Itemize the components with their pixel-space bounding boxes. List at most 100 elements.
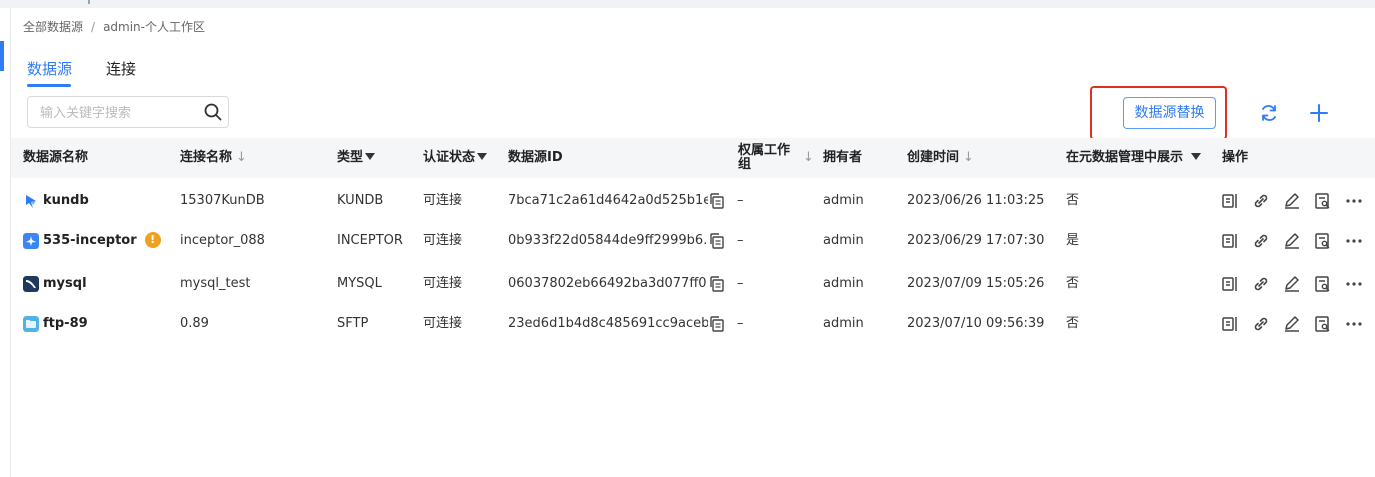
table-header: 数据源名称 连接名称 ↓ 类型 认证状态 数据源ID 权属工作组 ↓ 拥有者 创建… bbox=[11, 138, 1375, 178]
connection-name: mysql_test bbox=[180, 276, 251, 291]
copy-icon[interactable] bbox=[708, 192, 726, 210]
tab-connection[interactable]: 连接 bbox=[106, 58, 136, 79]
display-in-metadata: 否 bbox=[1066, 316, 1080, 331]
display-in-metadata: 否 bbox=[1066, 193, 1080, 208]
link-icon[interactable] bbox=[1251, 274, 1271, 294]
connection-name: 0.89 bbox=[180, 316, 209, 331]
warning-icon[interactable]: ! bbox=[144, 231, 161, 248]
sort-arrow-icon[interactable]: ↓ bbox=[963, 150, 974, 165]
audit-icon[interactable] bbox=[1313, 231, 1333, 251]
search-input[interactable] bbox=[40, 103, 200, 123]
workgroup-sort-arrow[interactable]: ↓ bbox=[799, 138, 814, 178]
datasource-name[interactable]: ftp-89 bbox=[43, 304, 88, 344]
datasource-name[interactable]: 535-inceptor! bbox=[43, 221, 161, 261]
table-row[interactable]: mysql mysql_test MYSQL 可连接 06037802eb66492ba… bbox=[11, 264, 1375, 304]
filter-icon[interactable] bbox=[365, 153, 376, 160]
refresh-icon[interactable] bbox=[1259, 103, 1279, 123]
preview-icon[interactable] bbox=[1220, 314, 1240, 334]
column-header-auth[interactable]: 认证状态 bbox=[423, 138, 488, 178]
column-header-created[interactable]: 创建时间 ↓ bbox=[907, 138, 974, 178]
filter-icon[interactable] bbox=[1191, 153, 1202, 160]
display-in-metadata: 否 bbox=[1066, 276, 1080, 291]
workgroup: – bbox=[737, 276, 744, 291]
search-icon[interactable] bbox=[204, 103, 222, 121]
preview-icon[interactable] bbox=[1220, 191, 1240, 211]
table-row[interactable]: 535-inceptor! inceptor_088 INCEPTOR 可连接 0b93… bbox=[11, 221, 1375, 261]
auth-status: 可连接 bbox=[423, 193, 463, 208]
audit-icon[interactable] bbox=[1313, 191, 1333, 211]
edit-icon[interactable] bbox=[1282, 274, 1302, 294]
owner: admin bbox=[823, 316, 864, 331]
datasource-replace-button[interactable]: 数据源替换 bbox=[1123, 97, 1216, 129]
top-strip bbox=[0, 0, 1375, 8]
link-icon[interactable] bbox=[1251, 231, 1271, 251]
audit-icon[interactable] bbox=[1313, 274, 1333, 294]
copy-icon[interactable] bbox=[708, 275, 726, 293]
owner: admin bbox=[823, 193, 864, 208]
created-time: 2023/07/09 15:05:26 bbox=[907, 276, 1045, 291]
datasource-id: 7bca71c2a61d4642a0d525b1e5… bbox=[508, 193, 708, 208]
link-icon[interactable] bbox=[1251, 314, 1271, 334]
mysql-icon bbox=[23, 276, 39, 292]
datasource-id: 0b933f22d05844de9ff2999b6… bbox=[508, 233, 708, 248]
datasource-type: INCEPTOR bbox=[337, 233, 403, 248]
more-icon[interactable] bbox=[1344, 191, 1364, 211]
copy-icon[interactable] bbox=[708, 315, 726, 333]
edit-icon[interactable] bbox=[1282, 314, 1302, 334]
edit-icon[interactable] bbox=[1282, 231, 1302, 251]
connection-name: 15307KunDB bbox=[180, 193, 265, 208]
search-box bbox=[27, 96, 229, 128]
preview-icon[interactable] bbox=[1220, 274, 1240, 294]
datasource-type: MYSQL bbox=[337, 276, 382, 291]
ftp-icon bbox=[23, 316, 39, 332]
owner: admin bbox=[823, 276, 864, 291]
column-header-name: 数据源名称 bbox=[23, 150, 89, 165]
more-icon[interactable] bbox=[1344, 231, 1364, 251]
column-header-id: 数据源ID bbox=[508, 150, 563, 165]
audit-icon[interactable] bbox=[1313, 314, 1333, 334]
column-header-display[interactable]: 在元数据管理中展示 bbox=[1066, 138, 1202, 178]
preview-icon[interactable] bbox=[1220, 231, 1240, 251]
table-row[interactable]: ftp-89 0.89 SFTP 可连接 23ed6d1b4d8c485691cc9ac… bbox=[11, 304, 1375, 344]
breadcrumb: 全部数据源 / admin-个人工作区 bbox=[23, 18, 205, 35]
column-header-connection[interactable]: 连接名称 ↓ bbox=[180, 138, 247, 178]
breadcrumb-root[interactable]: 全部数据源 bbox=[23, 20, 83, 34]
auth-status: 可连接 bbox=[423, 316, 463, 331]
connection-name: inceptor_088 bbox=[180, 233, 265, 248]
kundb-icon bbox=[26, 195, 36, 208]
add-icon[interactable] bbox=[1309, 103, 1329, 123]
left-nav-edge bbox=[0, 8, 11, 477]
created-time: 2023/07/10 09:56:39 bbox=[907, 316, 1045, 331]
owner: admin bbox=[823, 233, 864, 248]
auth-status: 可连接 bbox=[423, 233, 463, 248]
column-header-type[interactable]: 类型 bbox=[337, 138, 376, 178]
more-icon[interactable] bbox=[1344, 274, 1364, 294]
datasource-name[interactable]: mysql bbox=[43, 264, 87, 304]
link-icon[interactable] bbox=[1251, 191, 1271, 211]
workgroup: – bbox=[737, 316, 744, 331]
column-header-actions: 操作 bbox=[1222, 150, 1249, 165]
workgroup: – bbox=[737, 193, 744, 208]
column-header-workgroup[interactable]: 权属工作组 bbox=[738, 144, 790, 184]
created-time: 2023/06/29 17:07:30 bbox=[907, 233, 1045, 248]
display-in-metadata: 是 bbox=[1066, 233, 1080, 248]
datasource-name[interactable]: kundb bbox=[43, 181, 89, 221]
breadcrumb-separator: / bbox=[91, 20, 96, 34]
sort-arrow-icon[interactable]: ↓ bbox=[236, 150, 247, 165]
column-header-owner: 拥有者 bbox=[823, 150, 863, 165]
created-time: 2023/06/26 11:03:25 bbox=[907, 193, 1045, 208]
datasource-id: 23ed6d1b4d8c485691cc9aceb… bbox=[508, 316, 708, 331]
table-row[interactable]: kundb 15307KunDB KUNDB 可连接 7bca71c2a61d4642a… bbox=[11, 181, 1375, 221]
sort-arrow-icon[interactable]: ↓ bbox=[803, 150, 814, 165]
edit-icon[interactable] bbox=[1282, 191, 1302, 211]
copy-icon[interactable] bbox=[708, 232, 726, 250]
tab-datasource[interactable]: 数据源 bbox=[27, 58, 72, 79]
tab-active-ink bbox=[27, 84, 71, 87]
workgroup: – bbox=[737, 233, 744, 248]
datasource-type: SFTP bbox=[337, 316, 369, 331]
top-strip-mark bbox=[88, 0, 90, 4]
more-icon[interactable] bbox=[1344, 314, 1364, 334]
left-nav-active-indicator bbox=[0, 41, 4, 71]
filter-icon[interactable] bbox=[477, 153, 488, 160]
breadcrumb-current: admin-个人工作区 bbox=[103, 20, 205, 34]
